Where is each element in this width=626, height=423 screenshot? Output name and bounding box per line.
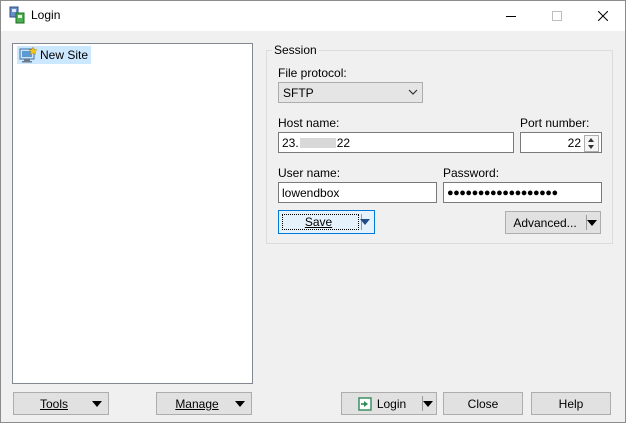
manage-button[interactable]: Manage bbox=[156, 392, 252, 415]
maximize-button[interactable] bbox=[534, 0, 580, 31]
user-name-input[interactable]: lowendbox bbox=[278, 182, 437, 203]
tools-button-label: Tools bbox=[39, 396, 68, 411]
advanced-button[interactable]: Advanced... bbox=[505, 211, 601, 234]
port-spinner[interactable] bbox=[584, 135, 599, 152]
host-name-prefix: 23. bbox=[282, 135, 299, 150]
chevron-down-icon[interactable] bbox=[587, 219, 597, 226]
user-name-label: User name: bbox=[278, 166, 341, 180]
manage-button-label: Manage bbox=[175, 396, 219, 411]
password-label: Password: bbox=[443, 166, 500, 180]
minimize-button[interactable] bbox=[488, 0, 534, 31]
redaction-mask bbox=[299, 137, 336, 148]
chevron-down-icon[interactable] bbox=[360, 219, 370, 225]
close-button[interactable]: Close bbox=[443, 392, 523, 415]
close-button-label: Close bbox=[467, 396, 499, 411]
host-name-suffix: 22 bbox=[336, 135, 351, 150]
chevron-down-icon bbox=[408, 89, 418, 95]
login-button[interactable]: Login bbox=[341, 392, 437, 415]
chevron-down-icon bbox=[235, 400, 245, 407]
close-icon bbox=[598, 10, 608, 21]
session-caption: Session bbox=[272, 43, 319, 57]
file-protocol-select[interactable]: SFTP bbox=[278, 82, 423, 103]
site-tree[interactable]: New Site bbox=[12, 43, 253, 384]
host-name-label: Host name: bbox=[278, 116, 340, 130]
winscp-app-icon bbox=[9, 6, 25, 24]
password-input[interactable]: ●●●●●●●●●●●●●●●●●● bbox=[443, 182, 602, 203]
user-name-value: lowendbox bbox=[282, 185, 340, 200]
chevron-down-icon[interactable] bbox=[423, 400, 433, 407]
file-protocol-label: File protocol: bbox=[278, 66, 347, 80]
port-number-input[interactable]: 22 bbox=[520, 132, 602, 153]
spinner-down-icon[interactable] bbox=[588, 145, 594, 149]
login-button-label: Login bbox=[376, 396, 407, 411]
focus-rect bbox=[282, 214, 359, 230]
window-title: Login bbox=[31, 8, 61, 22]
maximize-icon bbox=[552, 10, 562, 21]
help-button[interactable]: Help bbox=[531, 392, 611, 415]
login-icon bbox=[358, 396, 372, 411]
host-name-input[interactable]: 23. 22 bbox=[278, 132, 514, 153]
tree-item-label: New Site bbox=[40, 48, 89, 62]
tools-button[interactable]: Tools bbox=[13, 392, 109, 415]
tree-item-new-site[interactable]: New Site bbox=[17, 46, 92, 64]
spinner-up-icon[interactable] bbox=[588, 138, 594, 142]
minimize-icon bbox=[506, 15, 516, 17]
password-value: ●●●●●●●●●●●●●●●●●● bbox=[447, 186, 558, 199]
advanced-button-label: Advanced... bbox=[513, 215, 577, 230]
close-window-button[interactable] bbox=[580, 0, 626, 31]
help-button-label: Help bbox=[558, 396, 584, 411]
save-button[interactable]: Save bbox=[278, 210, 375, 234]
file-protocol-value: SFTP bbox=[283, 85, 314, 100]
port-number-value: 22 bbox=[567, 135, 581, 150]
port-number-label: Port number: bbox=[520, 116, 590, 130]
chevron-down-icon bbox=[92, 400, 102, 407]
new-site-computer-icon bbox=[19, 47, 37, 63]
